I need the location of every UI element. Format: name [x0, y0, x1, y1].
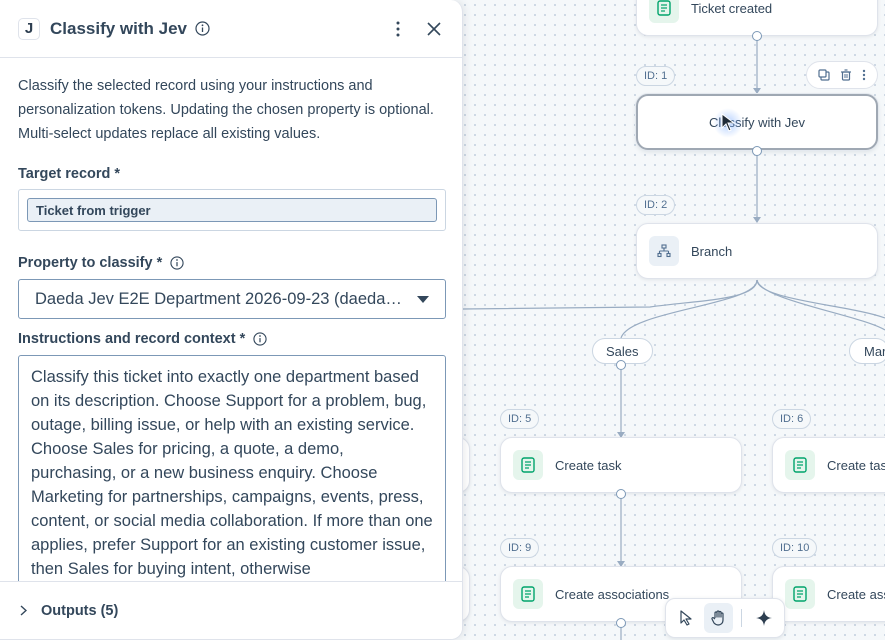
branch-pill-marketing[interactable]: Mar [849, 338, 885, 364]
association-node-id: ID: 9 [500, 538, 540, 558]
caret-down-icon [417, 290, 429, 309]
classify-output-port[interactable] [752, 146, 762, 156]
target-record-token[interactable]: Ticket from trigger [27, 198, 437, 222]
record-icon [785, 450, 815, 480]
panel-body: Classify the selected record using your … [0, 58, 462, 595]
create-associations-node[interactable]: Create ass [772, 566, 885, 622]
more-vertical-icon[interactable] [862, 69, 866, 81]
record-icon [513, 579, 543, 609]
sales-output-port[interactable] [616, 360, 626, 370]
chevron-right-icon [20, 605, 27, 616]
mouse-cursor-icon [721, 113, 736, 132]
branch-icon [649, 236, 679, 266]
create-task-label: Create task [555, 457, 622, 473]
association-output-port[interactable] [616, 618, 626, 628]
copy-icon[interactable] [818, 69, 830, 81]
record-icon [785, 579, 815, 609]
close-icon[interactable] [424, 19, 444, 39]
task-node-id: ID: 6 [772, 409, 812, 429]
classify-node-id: ID: 1 [636, 66, 676, 86]
create-associations-label: Create ass [827, 586, 885, 602]
pointer-icon[interactable] [672, 603, 700, 633]
task-node-id: ID: 5 [500, 409, 540, 429]
outputs-section-toggle[interactable]: Outputs (5) [0, 581, 462, 639]
create-task-label: Create tas [827, 457, 885, 473]
sparkle-icon[interactable] [750, 603, 778, 633]
more-vertical-icon[interactable] [388, 19, 408, 39]
target-record-field[interactable]: Ticket from trigger [18, 189, 446, 231]
node-action-toolbar [806, 61, 878, 89]
branch-node-id: ID: 2 [636, 195, 676, 215]
property-label: Property to classify * [18, 255, 444, 271]
outputs-label: Outputs (5) [41, 602, 119, 619]
branch-node[interactable]: Branch [636, 223, 878, 279]
property-label-text: Property to classify * [18, 255, 163, 271]
panel-header: J Classify with Jev [0, 0, 462, 58]
info-icon[interactable] [195, 21, 210, 36]
create-associations-label: Create associations [555, 586, 670, 602]
create-task-node[interactable]: Create task [500, 437, 742, 493]
property-select-value: Daeda Jev E2E Department 2026-09-23 (dae… [35, 289, 409, 308]
panel-description: Classify the selected record using your … [18, 78, 434, 142]
hand-icon[interactable] [704, 603, 733, 633]
trigger-node-label: Ticket created [691, 0, 773, 16]
toolbar-divider [740, 609, 742, 627]
info-icon[interactable] [253, 332, 267, 346]
association-node-id: ID: 10 [772, 538, 818, 558]
action-config-panel: J Classify with Jev Classify the selecte… [0, 0, 463, 640]
instructions-textarea[interactable]: Classify this ticket into exactly one de… [18, 355, 446, 595]
target-record-label: Target record * [18, 166, 444, 182]
record-icon [649, 0, 679, 23]
trigger-output-port[interactable] [752, 31, 762, 41]
target-record-label-text: Target record * [18, 166, 121, 182]
instructions-label: Instructions and record context * [18, 331, 444, 347]
create-task-node[interactable]: Create tas [772, 437, 885, 493]
jev-logo: J [18, 17, 40, 40]
panel-title: Classify with Jev [50, 18, 188, 38]
instructions-label-text: Instructions and record context * [18, 331, 246, 347]
task-output-port[interactable] [616, 489, 626, 499]
trash-icon[interactable] [840, 69, 852, 81]
info-icon[interactable] [170, 256, 184, 270]
classify-node[interactable]: Classify with Jev [636, 94, 878, 150]
record-icon [513, 450, 543, 480]
property-select[interactable]: Daeda Jev E2E Department 2026-09-23 (dae… [18, 279, 446, 319]
branch-node-label: Branch [691, 243, 733, 259]
canvas-toolbar [665, 598, 785, 638]
